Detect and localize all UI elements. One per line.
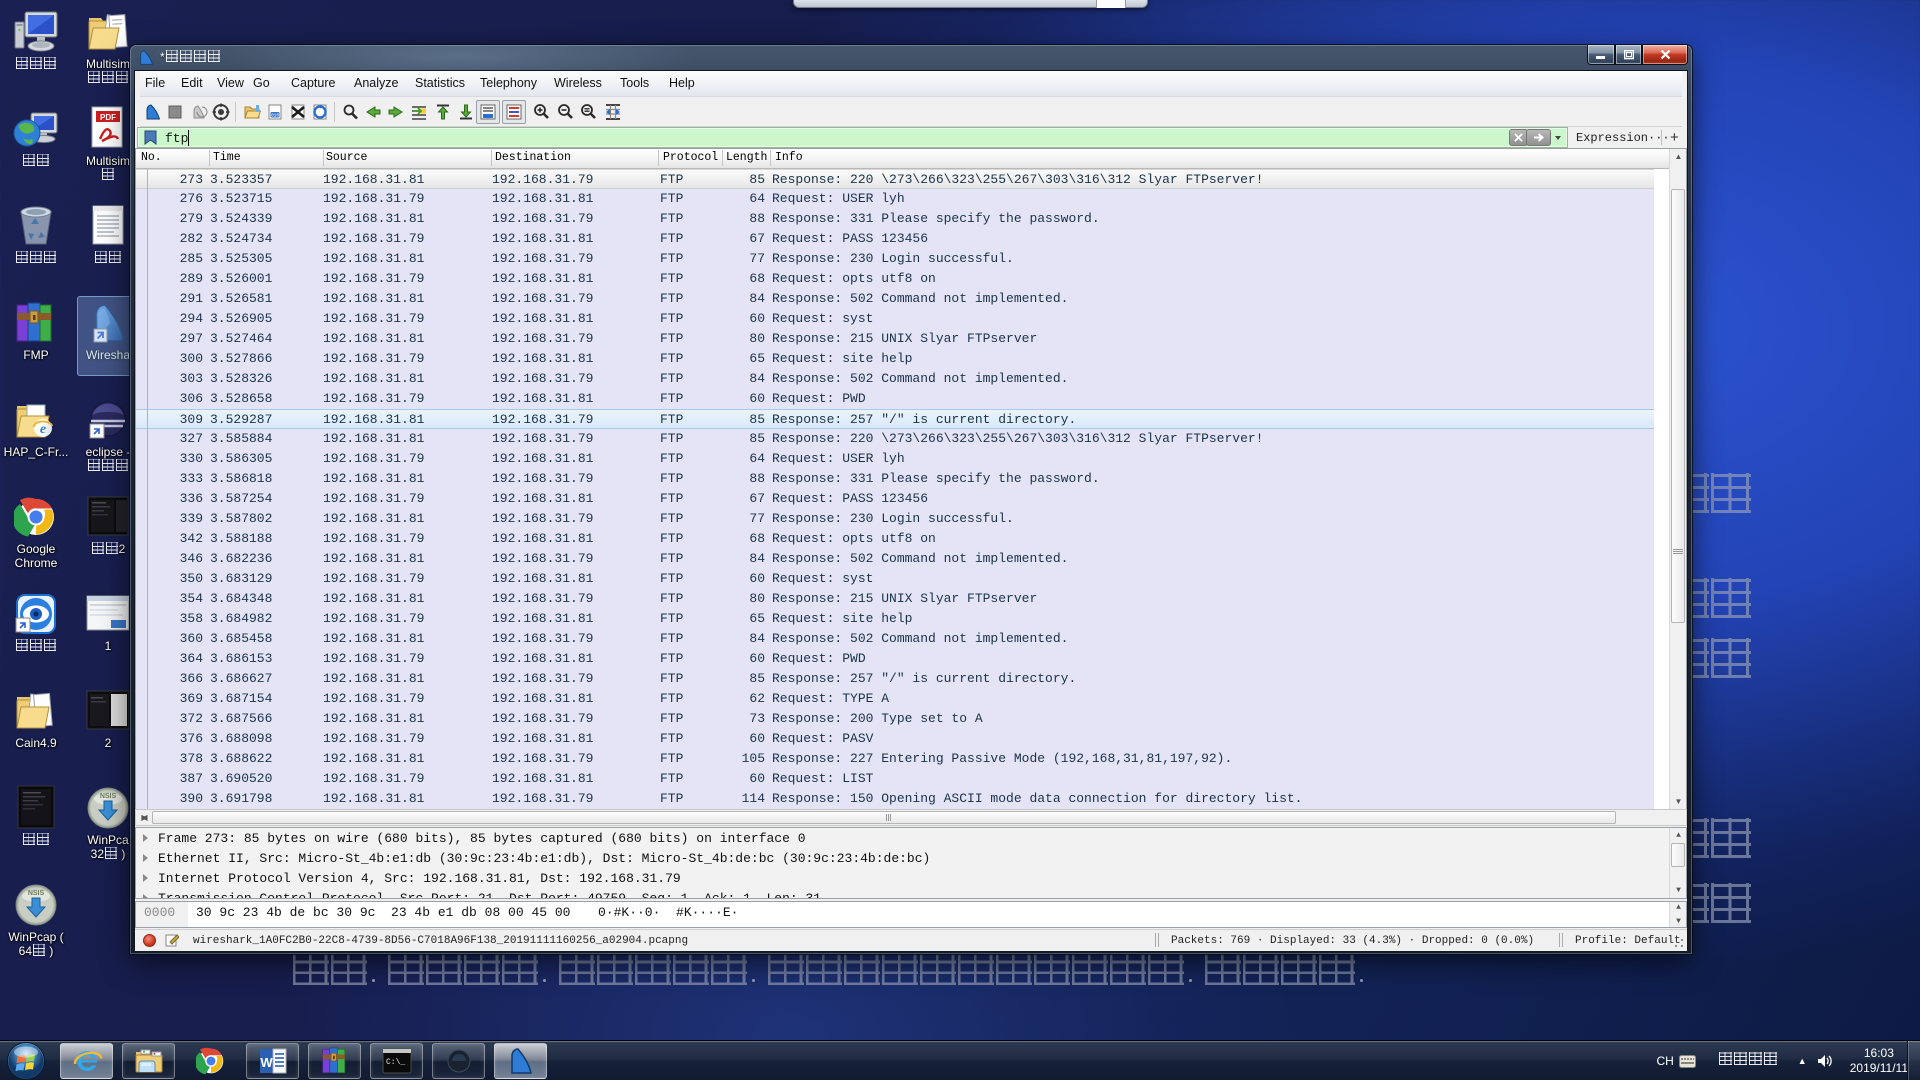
svg-text:010: 010 [271, 113, 279, 119]
svg-text:e: e [40, 422, 46, 437]
svg-text:NSIS: NSIS [100, 793, 117, 800]
svg-text:C:\_: C:\_ [386, 1058, 405, 1067]
svg-text:PDF: PDF [100, 113, 116, 122]
svg-text:W: W [260, 1055, 273, 1070]
svg-text:NSIS: NSIS [28, 890, 45, 897]
